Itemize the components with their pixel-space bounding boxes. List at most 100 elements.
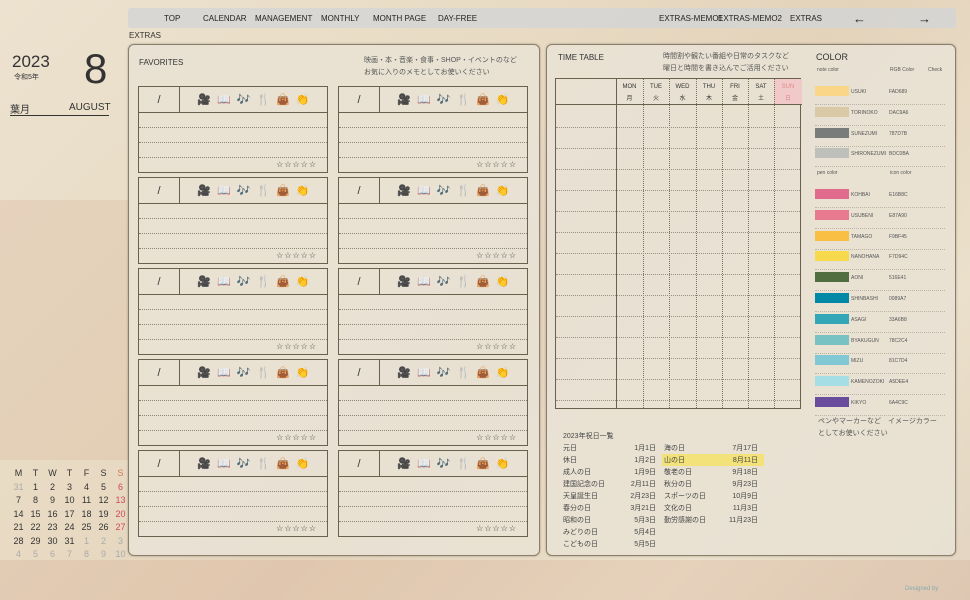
nav-management[interactable]: MANAGEMENT	[255, 14, 312, 23]
memo-line[interactable]	[139, 492, 327, 507]
timetable-grid[interactable]: MON 月 TUE 火 WED 水 THU 木 FRI 金 SAT 土 SUN 日	[555, 78, 802, 409]
calendar-day[interactable]: 21	[10, 522, 27, 536]
music-icon[interactable]: 🎶	[437, 366, 451, 379]
favorite-card[interactable]: / 🎥 📖 🎶 🍴 👜 👏 ☆☆☆☆☆	[138, 177, 328, 264]
star-rating[interactable]: ☆☆☆☆☆	[276, 433, 317, 442]
calendar-day[interactable]: 4	[10, 549, 27, 563]
memo-line[interactable]: ☆☆☆☆☆	[339, 431, 527, 446]
star-rating[interactable]: ☆☆☆☆☆	[276, 524, 317, 533]
memo-line[interactable]	[339, 113, 527, 128]
calendar-day[interactable]: 19	[95, 509, 112, 523]
clap-icon[interactable]: 👏	[496, 275, 510, 288]
movie-camera-icon[interactable]: 🎥	[397, 184, 411, 197]
date-field[interactable]: /	[339, 360, 380, 385]
calendar-day[interactable]: 13	[112, 495, 129, 509]
star-rating[interactable]: ☆☆☆☆☆	[476, 251, 517, 260]
color-row-asagi[interactable]: ASAGI 33A6B8	[815, 312, 945, 333]
star-rating[interactable]: ☆☆☆☆☆	[276, 251, 317, 260]
memo-line[interactable]	[339, 325, 527, 340]
favorite-card[interactable]: / 🎥 📖 🎶 🍴 👜 👏 ☆☆☆☆☆	[338, 177, 528, 264]
color-row-usubeni[interactable]: USUBENI E87A90	[815, 208, 945, 229]
memo-line[interactable]: ☆☆☆☆☆	[139, 158, 327, 173]
bag-icon[interactable]: 👜	[276, 93, 290, 106]
memo-line[interactable]	[139, 204, 327, 219]
calendar-day[interactable]: 31	[61, 536, 78, 550]
book-icon[interactable]: 📖	[217, 457, 231, 470]
calendar-day[interactable]: 9	[44, 495, 61, 509]
star-rating[interactable]: ☆☆☆☆☆	[276, 160, 317, 169]
cutlery-icon[interactable]: 🍴	[457, 457, 471, 470]
memo-line[interactable]	[139, 507, 327, 522]
calendar-day[interactable]: 10	[112, 549, 129, 563]
calendar-day[interactable]: 2	[95, 536, 112, 550]
color-row-nanohana[interactable]: NANOHANA F7D94C	[815, 249, 945, 271]
date-field[interactable]: /	[339, 269, 380, 294]
music-icon[interactable]: 🎶	[237, 184, 251, 197]
clap-icon[interactable]: 👏	[296, 366, 310, 379]
memo-line[interactable]	[339, 310, 527, 325]
next-arrow-icon[interactable]: →	[918, 11, 931, 26]
color-row-sunezumi[interactable]: SUNEZUMI 787D7B	[815, 126, 945, 147]
book-icon[interactable]: 📖	[217, 93, 231, 106]
book-icon[interactable]: 📖	[217, 184, 231, 197]
calendar-day[interactable]: 18	[78, 509, 95, 523]
memo-line[interactable]: ☆☆☆☆☆	[339, 340, 527, 355]
favorite-card[interactable]: / 🎥 📖 🎶 🍴 👜 👏 ☆☆☆☆☆	[338, 86, 528, 173]
color-row-mizu[interactable]: MIZU 81C7D4	[815, 353, 945, 375]
calendar-day[interactable]: 1	[27, 482, 44, 496]
calendar-day[interactable]: 11	[78, 495, 95, 509]
nav-top[interactable]: TOP	[164, 14, 180, 23]
calendar-day[interactable]: 23	[44, 522, 61, 536]
clap-icon[interactable]: 👏	[296, 93, 310, 106]
favorite-card[interactable]: / 🎥 📖 🎶 🍴 👜 👏 ☆☆☆☆☆	[338, 359, 528, 446]
book-icon[interactable]: 📖	[217, 366, 231, 379]
bag-icon[interactable]: 👜	[276, 457, 290, 470]
nav-calendar[interactable]: CALENDAR	[203, 14, 247, 23]
star-rating[interactable]: ☆☆☆☆☆	[476, 524, 517, 533]
calendar-day[interactable]: 25	[78, 522, 95, 536]
memo-line[interactable]	[339, 492, 527, 507]
nav-extras-memo2[interactable]: EXTRAS-MEMO2	[718, 14, 782, 23]
star-rating[interactable]: ☆☆☆☆☆	[276, 342, 317, 351]
calendar-day[interactable]: 27	[112, 522, 129, 536]
calendar-day[interactable]: 6	[112, 482, 129, 496]
book-icon[interactable]: 📖	[417, 93, 431, 106]
prev-arrow-icon[interactable]: ←	[853, 11, 866, 26]
date-field[interactable]: /	[339, 87, 380, 112]
star-rating[interactable]: ☆☆☆☆☆	[476, 342, 517, 351]
memo-line[interactable]	[339, 128, 527, 143]
bag-icon[interactable]: 👜	[476, 275, 490, 288]
memo-line[interactable]	[139, 325, 327, 340]
memo-line[interactable]	[139, 416, 327, 431]
cutlery-icon[interactable]: 🍴	[457, 275, 471, 288]
clap-icon[interactable]: 👏	[296, 184, 310, 197]
calendar-day[interactable]: 22	[27, 522, 44, 536]
nav-month-page[interactable]: MONTH PAGE	[373, 14, 426, 23]
calendar-day[interactable]: 5	[95, 482, 112, 496]
calendar-day[interactable]: 24	[61, 522, 78, 536]
clap-icon[interactable]: 👏	[496, 93, 510, 106]
color-row-shinbashi[interactable]: SHINBASHI 0089A7	[815, 291, 945, 312]
cutlery-icon[interactable]: 🍴	[457, 366, 471, 379]
memo-line[interactable]	[139, 295, 327, 310]
music-icon[interactable]: 🎶	[437, 93, 451, 106]
book-icon[interactable]: 📖	[417, 366, 431, 379]
color-row-tamago[interactable]: TAMAGO F9BF45	[815, 229, 945, 250]
memo-line[interactable]	[139, 401, 327, 416]
date-field[interactable]: /	[139, 87, 180, 112]
color-row-torinoko[interactable]: TORINOKO DAC9A6	[815, 105, 945, 126]
calendar-day[interactable]: 4	[78, 482, 95, 496]
date-field[interactable]: /	[139, 178, 180, 203]
music-icon[interactable]: 🎶	[437, 184, 451, 197]
bag-icon[interactable]: 👜	[476, 93, 490, 106]
nav-extras[interactable]: EXTRAS	[790, 14, 822, 23]
date-field[interactable]: /	[339, 451, 380, 476]
movie-camera-icon[interactable]: 🎥	[397, 93, 411, 106]
color-row-aoni[interactable]: AONI 516E41	[815, 270, 945, 292]
favorite-card[interactable]: / 🎥 📖 🎶 🍴 👜 👏 ☆☆☆☆☆	[138, 450, 328, 537]
memo-line[interactable]	[339, 219, 527, 234]
calendar-day[interactable]: 20	[112, 509, 129, 523]
color-row-shironezumi[interactable]: SHIRONEZUMI BDC0BA	[815, 146, 945, 168]
memo-line[interactable]	[139, 310, 327, 325]
book-icon[interactable]: 📖	[417, 184, 431, 197]
